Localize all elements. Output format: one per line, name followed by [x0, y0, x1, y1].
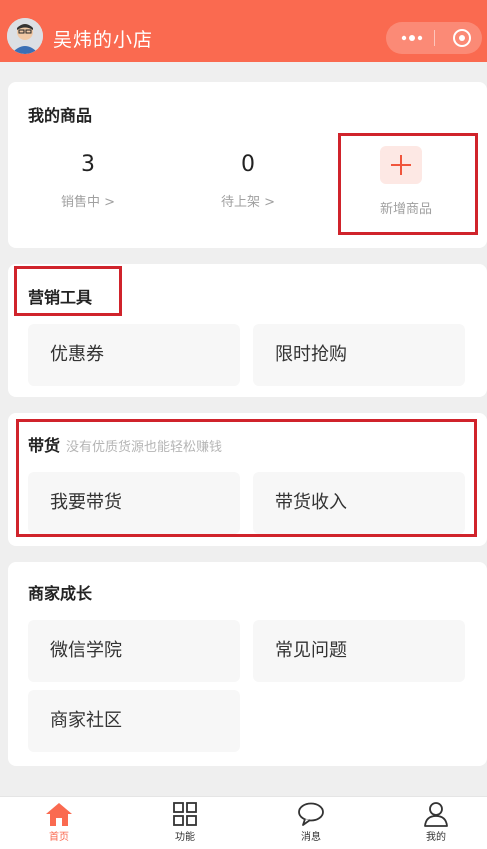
tab-functions[interactable]: 功能	[155, 801, 215, 843]
tab-functions-label: 功能	[175, 832, 195, 843]
home-icon	[46, 803, 72, 826]
tab-home[interactable]: 首页	[29, 801, 89, 843]
tab-messages-label: 消息	[301, 832, 321, 843]
highlight-box-marketing	[14, 266, 122, 316]
tab-home-label: 首页	[49, 832, 69, 843]
tab-messages[interactable]: 消息	[281, 801, 341, 843]
mini-program-capsule	[386, 22, 482, 54]
avatar[interactable]	[7, 18, 43, 54]
tab-me-label: 我的	[426, 832, 446, 843]
flash-sale-tile[interactable]: 限时抢购	[253, 324, 465, 386]
coupon-tile[interactable]: 优惠券	[28, 324, 240, 386]
wechat-academy-tile[interactable]: 微信学院	[28, 620, 240, 682]
more-icon[interactable]	[400, 28, 424, 48]
grid-icon	[173, 802, 197, 826]
products-title: 我的商品	[28, 106, 93, 125]
stat-pending-label: 待上架 >	[220, 195, 276, 210]
growth-title: 商家成长	[28, 584, 93, 603]
chat-bubble-icon	[298, 802, 324, 826]
close-icon[interactable]	[452, 28, 472, 48]
stat-pending[interactable]: 0 待上架 >	[188, 152, 308, 210]
stat-on-sale-value: 3	[81, 152, 95, 177]
stat-on-sale-label: 销售中 >	[60, 195, 116, 210]
user-icon	[424, 802, 448, 827]
bottom-tab-bar: 首页 功能 消息 我的	[0, 796, 487, 849]
merchant-community-tile[interactable]: 商家社区	[28, 690, 240, 752]
faq-tile[interactable]: 常见问题	[253, 620, 465, 682]
tab-me[interactable]: 我的	[406, 801, 466, 843]
shop-name: 吴炜的小店	[53, 29, 154, 51]
top-bar: 吴炜的小店	[0, 0, 487, 62]
stat-pending-value: 0	[241, 152, 255, 177]
capsule-divider	[434, 30, 435, 46]
highlight-box-add-product	[338, 133, 478, 235]
stat-on-sale[interactable]: 3 销售中 >	[28, 152, 148, 210]
highlight-box-daihuo	[16, 419, 477, 537]
